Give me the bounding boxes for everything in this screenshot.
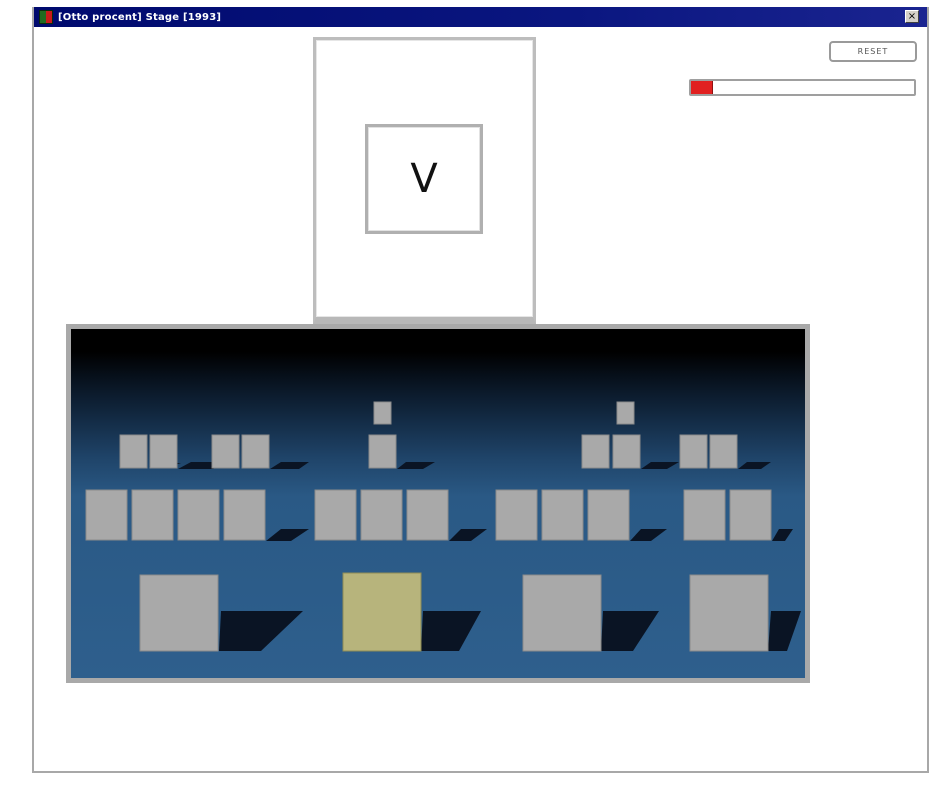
group-1-small-pair-b[interactable] xyxy=(211,434,309,469)
block[interactable] xyxy=(541,489,584,541)
block[interactable] xyxy=(616,401,635,425)
block[interactable] xyxy=(683,489,726,541)
block[interactable] xyxy=(612,434,641,469)
block[interactable] xyxy=(119,434,148,469)
block[interactable] xyxy=(223,489,266,541)
big-block-3-group[interactable] xyxy=(522,574,659,652)
group-3-mid-row[interactable] xyxy=(495,489,667,541)
close-button[interactable]: × xyxy=(905,10,919,23)
stimulus-panel: V xyxy=(313,37,536,325)
block[interactable] xyxy=(729,489,772,541)
block[interactable] xyxy=(360,489,403,541)
blocks-scene xyxy=(66,324,810,683)
scene-canvas xyxy=(85,401,801,652)
big-block-3[interactable] xyxy=(522,574,602,652)
progress-fill xyxy=(691,81,714,94)
block-shadow xyxy=(630,529,667,541)
big-block-2-highlighted[interactable] xyxy=(342,572,422,652)
group-4-mid-row[interactable] xyxy=(683,489,793,541)
group-4-small-pair[interactable] xyxy=(679,434,771,469)
block[interactable] xyxy=(177,489,220,541)
block-shadow xyxy=(219,611,303,651)
big-block-2-group[interactable] xyxy=(342,572,481,652)
app-icon xyxy=(39,10,53,24)
block-shadow xyxy=(772,529,793,541)
block[interactable] xyxy=(373,401,392,425)
window-title: [Otto procent] Stage [1993] xyxy=(58,11,222,23)
big-block-1[interactable] xyxy=(139,574,219,652)
group-2-stack[interactable] xyxy=(368,401,435,469)
title-bar: [Otto procent] Stage [1993] × xyxy=(34,7,927,27)
block-shadow xyxy=(768,611,801,651)
stimulus-letter: V xyxy=(410,156,438,202)
block-shadow xyxy=(270,462,309,469)
block[interactable] xyxy=(709,434,738,469)
stimulus-box: V xyxy=(365,124,483,234)
block[interactable] xyxy=(131,489,174,541)
block[interactable] xyxy=(149,434,178,469)
reset-button[interactable]: RESET xyxy=(829,41,917,62)
block[interactable] xyxy=(679,434,708,469)
block-shadow xyxy=(266,529,309,541)
big-block-1-group[interactable] xyxy=(139,574,303,652)
block[interactable] xyxy=(587,489,630,541)
block-shadow xyxy=(421,611,481,651)
block-shadow xyxy=(397,462,435,469)
block-shadow xyxy=(641,462,679,469)
block[interactable] xyxy=(406,489,449,541)
block[interactable] xyxy=(241,434,270,469)
block[interactable] xyxy=(495,489,538,541)
progress-bar xyxy=(689,79,916,96)
group-3-stack[interactable] xyxy=(581,401,679,469)
big-block-4-group[interactable] xyxy=(689,574,801,652)
big-block-4[interactable] xyxy=(689,574,769,652)
block[interactable] xyxy=(211,434,240,469)
app-window: [Otto procent] Stage [1993] × V RESET xyxy=(32,7,929,773)
block[interactable] xyxy=(85,489,128,541)
group-2-mid-row[interactable] xyxy=(314,489,487,541)
block[interactable] xyxy=(581,434,610,469)
block-shadow xyxy=(738,462,771,469)
group-1-mid-row[interactable] xyxy=(85,489,309,541)
block[interactable] xyxy=(368,434,397,469)
block[interactable] xyxy=(314,489,357,541)
block-shadow xyxy=(601,611,659,651)
block-shadow xyxy=(449,529,487,541)
